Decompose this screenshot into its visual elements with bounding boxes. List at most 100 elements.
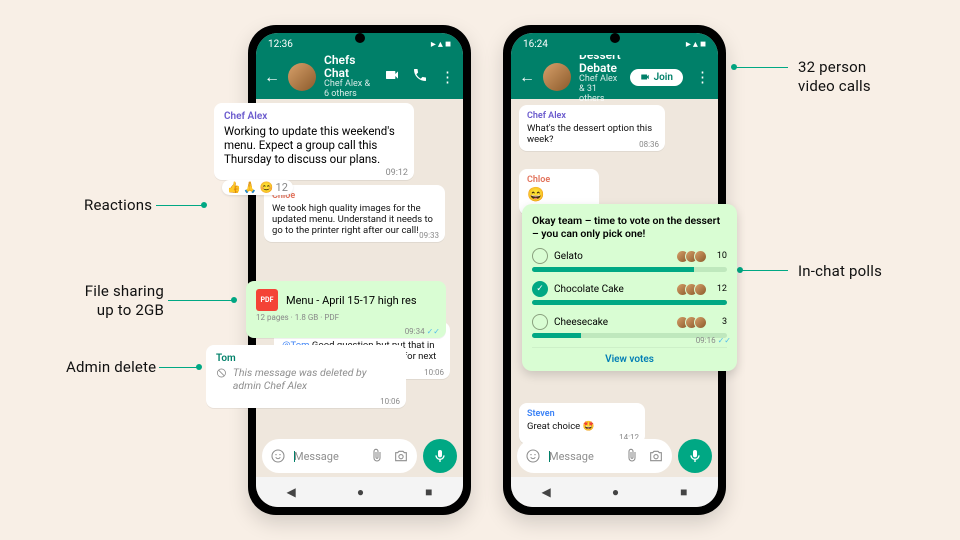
composer-bar: Message xyxy=(517,439,712,473)
message-incoming[interactable]: Chloe We took high quality images for th… xyxy=(264,185,445,242)
vote-count: 3 xyxy=(713,317,727,327)
status-icons: ▸▴■ xyxy=(429,39,451,50)
chat-header[interactable]: ← Chefs Chat Chef Alex & 6 others ⋮ xyxy=(256,55,463,99)
radio-unchecked-icon[interactable] xyxy=(532,314,548,330)
callout-text: 32 person xyxy=(798,58,866,76)
message-time: 08:36 xyxy=(639,140,659,149)
message-body: Great choice 🤩 xyxy=(527,421,594,432)
nav-back-icon[interactable]: ◀ xyxy=(542,485,551,499)
pdf-badge-icon: PDF xyxy=(256,289,278,311)
emoji-icon[interactable] xyxy=(270,448,286,464)
chat-header[interactable]: ← Dessert Debate Chef Alex & 31 others J… xyxy=(511,55,718,99)
message-incoming[interactable]: Chef Alex What's the dessert option this… xyxy=(519,105,665,151)
sender-name: Steven xyxy=(527,409,637,419)
reaction-pill[interactable]: 👍 🙏 😊12 xyxy=(222,180,293,195)
message-body: We took high quality images for the upda… xyxy=(272,203,433,236)
deleted-text: This message was deleted by admin Chef A… xyxy=(233,366,396,392)
nav-recents-icon[interactable]: ■ xyxy=(425,485,432,499)
message-incoming[interactable]: Chef Alex Working to update this weekend… xyxy=(214,103,414,180)
android-nav-bar: ◀ ● ■ xyxy=(511,477,718,507)
nav-back-icon[interactable]: ◀ xyxy=(287,485,296,499)
message-body: 😄 xyxy=(527,187,544,203)
callout-video-calls: 32 person video calls xyxy=(798,58,871,96)
vote-bar xyxy=(532,300,727,305)
read-ticks-icon: ✓✓ xyxy=(718,336,731,345)
poll-card-outgoing[interactable]: Okay team – time to vote on the dessert … xyxy=(522,204,737,371)
attach-icon[interactable] xyxy=(369,448,385,464)
message-time: 10:06 xyxy=(424,368,444,377)
nav-recents-icon[interactable]: ■ xyxy=(680,485,687,499)
sender-name: Chloe xyxy=(272,191,437,201)
camera-notch xyxy=(355,33,365,43)
chat-title-block[interactable]: Dessert Debate Chef Alex & 31 others xyxy=(579,49,622,105)
sender-name: Chef Alex xyxy=(527,111,657,121)
sender-name: Chef Alex xyxy=(224,111,404,122)
radio-checked-icon[interactable]: ✓ xyxy=(532,281,548,297)
sender-name: Chloe xyxy=(527,175,591,185)
more-menu-icon[interactable]: ⋮ xyxy=(695,68,710,86)
callout-dot xyxy=(196,364,202,370)
status-bar: 16:24 ▸▴■ xyxy=(511,33,718,55)
callout-line xyxy=(156,205,204,206)
group-avatar[interactable] xyxy=(543,63,571,91)
camera-icon[interactable] xyxy=(393,448,409,464)
input-placeholder: Message xyxy=(549,450,616,463)
poll-option[interactable]: ✓Chocolate Cake12 xyxy=(532,281,727,305)
more-menu-icon[interactable]: ⋮ xyxy=(440,68,455,86)
back-icon[interactable]: ← xyxy=(519,67,535,87)
voter-avatars xyxy=(680,316,707,329)
input-placeholder: Message xyxy=(294,450,361,463)
poll-option[interactable]: Cheesecake 3 xyxy=(532,314,727,338)
emoji-icon[interactable] xyxy=(525,448,541,464)
reaction-count: 12 xyxy=(276,181,288,194)
reaction-emojis: 👍 🙏 😊 xyxy=(227,181,274,194)
callout-line xyxy=(159,367,199,368)
mic-button[interactable] xyxy=(423,439,457,473)
video-call-icon[interactable] xyxy=(384,67,400,87)
prohibited-icon xyxy=(216,366,227,380)
callout-filesharing: File sharing up to 2GB xyxy=(78,282,164,320)
message-input[interactable]: Message xyxy=(262,439,417,473)
composer-bar: Message xyxy=(262,439,457,473)
nav-home-icon[interactable]: ● xyxy=(357,485,364,499)
camera-notch xyxy=(610,33,620,43)
join-call-button[interactable]: Join xyxy=(630,69,683,86)
callout-line xyxy=(168,300,234,301)
voice-call-icon[interactable] xyxy=(412,67,428,87)
read-ticks-icon: ✓✓ xyxy=(427,327,440,336)
poll-option[interactable]: Gelato10 xyxy=(532,248,727,272)
callout-dot xyxy=(731,64,737,70)
mic-button[interactable] xyxy=(678,439,712,473)
callout-admin-delete: Admin delete xyxy=(66,358,156,377)
message-incoming[interactable]: Steven Great choice 🤩 14:12 ❤️12 xyxy=(519,403,645,444)
phone-left: 12:36 ▸▴■ ← Chefs Chat Chef Alex & 6 oth… xyxy=(248,25,471,515)
file-attachment-outgoing[interactable]: PDF Menu - April 15-17 high res 12 pages… xyxy=(246,281,446,338)
view-votes-button[interactable]: View votes xyxy=(532,347,727,367)
voter-avatars xyxy=(680,250,707,263)
option-label: Gelato xyxy=(554,251,674,262)
back-icon[interactable]: ← xyxy=(264,67,280,87)
attach-icon[interactable] xyxy=(624,448,640,464)
callout-polls: In-chat polls xyxy=(798,262,882,281)
callout-text: File sharing xyxy=(85,282,164,300)
android-nav-bar: ◀ ● ■ xyxy=(256,477,463,507)
option-label: Cheesecake xyxy=(554,317,674,328)
camera-icon[interactable] xyxy=(648,448,664,464)
radio-unchecked-icon[interactable] xyxy=(532,248,548,264)
chat-title: Chefs Chat xyxy=(324,54,376,80)
callout-text: video calls xyxy=(798,77,871,95)
status-icons: ▸▴■ xyxy=(684,39,706,50)
callout-text: up to 2GB xyxy=(97,301,164,319)
group-avatar[interactable] xyxy=(288,63,316,91)
vote-count: 12 xyxy=(713,284,727,294)
nav-home-icon[interactable]: ● xyxy=(612,485,619,499)
vote-bar xyxy=(532,267,727,272)
chat-subtitle: Chef Alex & 6 others xyxy=(324,80,376,100)
message-body: What's the dessert option this week? xyxy=(527,123,652,145)
status-time: 12:36 xyxy=(268,39,293,50)
message-deleted[interactable]: Tom This message was deleted by admin Ch… xyxy=(206,345,406,408)
message-input[interactable]: Message xyxy=(517,439,672,473)
join-label: Join xyxy=(654,72,673,83)
file-name: Menu - April 15-17 high res xyxy=(286,294,417,307)
chat-title-block[interactable]: Chefs Chat Chef Alex & 6 others xyxy=(324,54,376,100)
